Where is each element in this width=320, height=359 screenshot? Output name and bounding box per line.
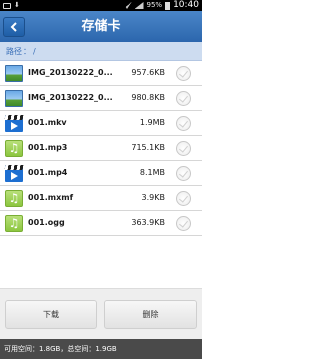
title-bar: 存储卡: [0, 11, 202, 42]
music-file-icon: ♫: [5, 140, 23, 157]
music-file-icon: ♫: [5, 215, 23, 232]
page-title: 存储卡: [81, 19, 121, 34]
image-file-icon: [5, 90, 23, 107]
clock: 10:40: [173, 0, 199, 10]
file-name: 001.mp4: [28, 168, 68, 177]
select-checkbox[interactable]: [176, 191, 191, 206]
path-separator: ：: [23, 46, 31, 56]
path-value: /: [33, 46, 36, 56]
file-name: IMG_20130222_0...: [28, 68, 113, 77]
file-size: 980.8KB: [131, 93, 165, 102]
file-name: 001.ogg: [28, 218, 65, 227]
status-bar-notifications: ⬇: [3, 1, 21, 10]
delete-button[interactable]: 删除: [104, 300, 197, 329]
select-checkbox[interactable]: [176, 91, 191, 106]
wifi-icon: [122, 2, 132, 9]
file-size: 363.9KB: [131, 218, 165, 227]
signal-icon: [134, 2, 144, 9]
select-checkbox[interactable]: [176, 141, 191, 156]
select-checkbox[interactable]: [176, 66, 191, 81]
file-size: 957.6KB: [131, 68, 165, 77]
list-item[interactable]: ♫ 001.ogg 363.9KB: [0, 211, 202, 236]
list-item[interactable]: ♫ 001.mxmf 3.9KB: [0, 186, 202, 211]
status-bar-system: 95% 10:40: [122, 0, 199, 10]
file-size: 715.1KB: [131, 143, 165, 152]
file-name: 001.mkv: [28, 118, 67, 127]
music-file-icon: ♫: [5, 190, 23, 207]
video-file-icon: [4, 165, 24, 182]
download-button[interactable]: 下载: [5, 300, 97, 329]
file-name: 001.mxmf: [28, 193, 74, 202]
image-file-icon: [5, 65, 23, 82]
file-size: 8.1MB: [139, 168, 165, 177]
status-bar: ⬇ 95% 10:40: [0, 0, 202, 11]
select-checkbox[interactable]: [176, 216, 191, 231]
storage-info: 可用空间：1.8GB，总空间：1.9GB: [0, 339, 202, 359]
select-checkbox[interactable]: [176, 116, 191, 131]
path-label: 路径: [6, 46, 22, 56]
file-size: 1.9MB: [139, 118, 165, 127]
usb-icon: [3, 2, 11, 9]
file-name: 001.mp3: [28, 143, 68, 152]
download-notification-icon: ⬇: [14, 1, 20, 9]
select-checkbox[interactable]: [176, 166, 191, 181]
battery-percent: 95%: [146, 1, 163, 9]
list-item[interactable]: ♫ 001.mp3 715.1KB: [0, 136, 202, 161]
file-size: 3.9KB: [141, 193, 165, 202]
file-name: IMG_20130222_0...: [28, 93, 113, 102]
list-item[interactable]: IMG_20130222_0... 980.8KB: [0, 86, 202, 111]
file-list: IMG_20130222_0... 957.6KB IMG_20130222_0…: [0, 61, 202, 288]
list-item[interactable]: 001.mp4 8.1MB: [0, 161, 202, 186]
list-item[interactable]: IMG_20130222_0... 957.6KB: [0, 61, 202, 86]
path-bar: 路径 ： /: [0, 42, 202, 61]
video-file-icon: [4, 115, 24, 132]
battery-icon: [165, 1, 171, 10]
list-item[interactable]: 001.mkv 1.9MB: [0, 111, 202, 136]
action-bar: 下载 删除: [0, 288, 202, 339]
